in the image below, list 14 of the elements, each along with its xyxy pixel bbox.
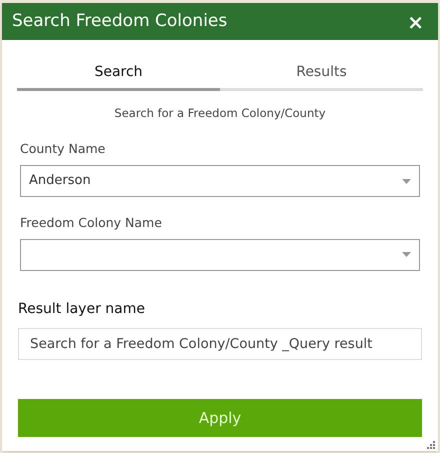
close-button[interactable]: × — [403, 12, 428, 32]
field-label: Result layer name — [18, 300, 146, 319]
tab[interactable]: Results — [220, 62, 423, 91]
tab[interactable]: Search — [17, 62, 220, 91]
resize-grip-icon[interactable] — [427, 441, 435, 449]
window-title: Search Freedom Colonies — [12, 10, 228, 33]
field-label: County Name — [20, 140, 106, 158]
caret-icon — [402, 252, 411, 258]
dropdown-field[interactable] — [20, 238, 420, 271]
dropdown-field[interactable]: Anderson — [20, 165, 420, 197]
caret-icon — [402, 178, 411, 184]
field-label: Freedom Colony Name — [20, 214, 163, 232]
description-text: Search for a Freedom Colony/County — [113, 105, 327, 122]
input-field[interactable]: Search for a Freedom Colony/County _Query result — [18, 328, 422, 360]
